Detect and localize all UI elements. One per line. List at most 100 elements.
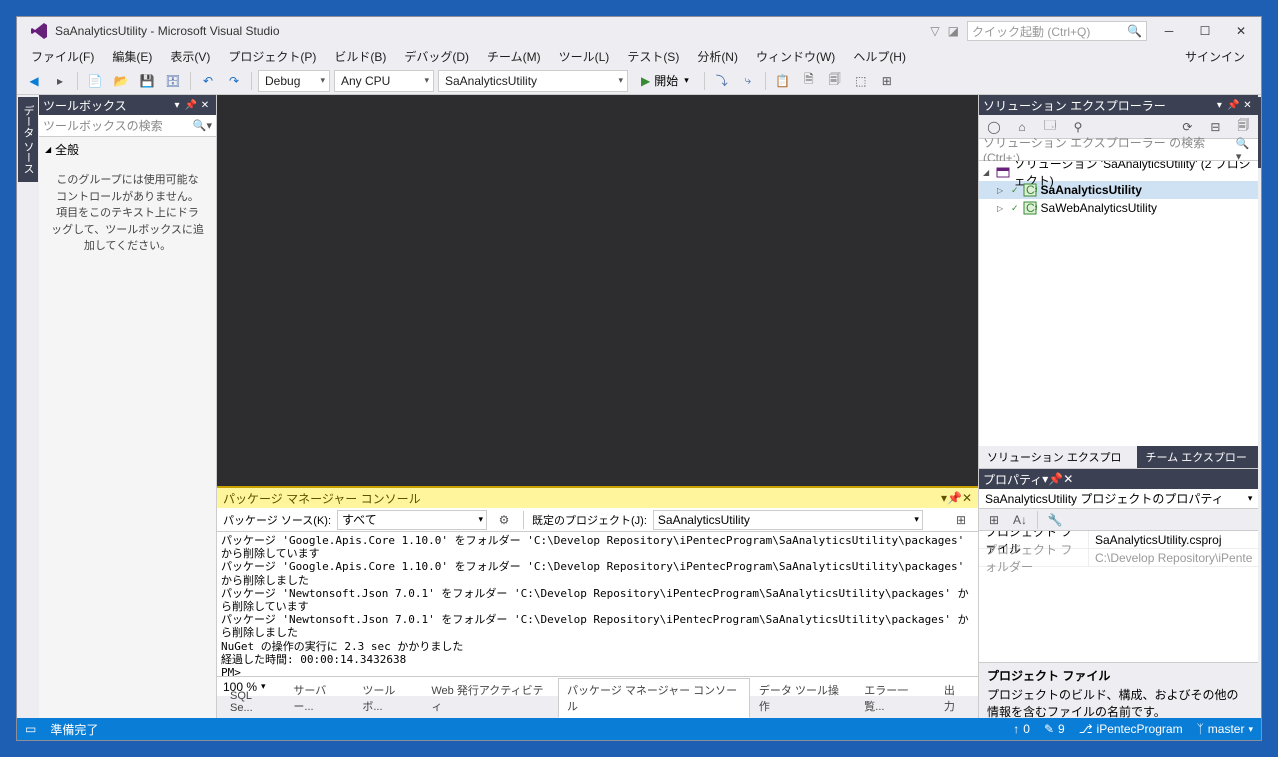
pin-icon[interactable]: 📌 — [184, 98, 198, 112]
tb-icon-5[interactable]: ⊞ — [876, 70, 898, 92]
pin-icon[interactable]: 📌 — [947, 491, 962, 505]
maximize-button[interactable]: ☐ — [1191, 21, 1219, 41]
properties-subject[interactable]: SaAnalyticsUtility プロジェクトのプロパティ ▾ — [979, 489, 1258, 509]
tab-data-tools[interactable]: データ ツール操作 — [750, 678, 855, 718]
menu-analyze[interactable]: 分析(N) — [689, 46, 746, 67]
close-icon[interactable]: ✕ — [1240, 98, 1254, 112]
tab-toolbox[interactable]: ツールボ... — [353, 678, 422, 718]
menu-edit[interactable]: 編集(E) — [104, 46, 160, 67]
close-icon[interactable]: ✕ — [198, 98, 212, 112]
menu-help[interactable]: ヘルプ(H) — [845, 46, 914, 67]
rail-tab-datasources[interactable]: データ ソース — [18, 97, 38, 182]
csharp-project-icon: C# — [1023, 183, 1037, 197]
toolbox-search[interactable]: ツールボックスの検索 🔍▾ — [39, 115, 216, 137]
pm-output[interactable]: パッケージ 'Google.Apis.Core 1.10.0' をフォルダー '… — [217, 532, 978, 676]
properties-panel: プロパティ ▾ 📌 ✕ SaAnalyticsUtility プロジェクトのプロ… — [978, 468, 1258, 718]
tb-icon-4[interactable]: ⬚ — [850, 70, 872, 92]
status-publish-up[interactable]: ↑0 — [1013, 722, 1030, 736]
config-combo[interactable]: Debug — [258, 70, 330, 92]
dropdown-icon[interactable]: ▾ — [1212, 98, 1226, 112]
solution-tree: ◢ ソリューション 'SaAnalyticsUtility' (2 プロジェクト… — [979, 161, 1258, 446]
tab-error-list[interactable]: エラー一覧... — [855, 678, 935, 718]
close-icon[interactable]: ✕ — [1063, 472, 1073, 486]
repo-icon: ⎇ — [1079, 722, 1093, 736]
rail-tab-diagnostics[interactable]: 診断ツール — [1258, 97, 1261, 168]
menu-debug[interactable]: デバッグ(D) — [396, 46, 477, 67]
redo-button[interactable]: ↷ — [223, 70, 245, 92]
startup-combo[interactable]: SaAnalyticsUtility — [438, 70, 628, 92]
tab-web-publish[interactable]: Web 発行アクティビティ — [422, 678, 558, 718]
pm-extra-icon[interactable]: ⊞ — [950, 509, 972, 531]
menu-window[interactable]: ウィンドウ(W) — [748, 46, 843, 67]
window-title: SaAnalyticsUtility - Microsoft Visual St… — [55, 24, 280, 38]
alphabetical-icon[interactable]: A↓ — [1009, 509, 1031, 531]
solution-title: ソリューション エクスプローラー — [983, 97, 1166, 114]
undo-button[interactable]: ↶ — [197, 70, 219, 92]
status-publish-down[interactable]: ✎9 — [1044, 722, 1065, 736]
toolbox-panel: ツールボックス ▾ 📌 ✕ ツールボックスの検索 🔍▾ ◢ 全般 このグループに… — [39, 95, 217, 718]
status-user[interactable]: ⎇iPentecProgram — [1079, 722, 1183, 736]
prop-row-folder[interactable]: プロジェクト フォルダー C:\Develop Repository\iPent… — [979, 549, 1258, 567]
platform-combo[interactable]: Any CPU — [334, 70, 434, 92]
close-button[interactable]: ✕ — [1227, 21, 1255, 41]
wrench-icon[interactable]: 🔧 — [1044, 509, 1066, 531]
start-debug-button[interactable]: ▶開始▾ — [632, 70, 698, 92]
caret-down-icon: ◢ — [983, 168, 992, 177]
menu-build[interactable]: ビルド(B) — [326, 46, 394, 67]
status-branch[interactable]: ᛉmaster▾ — [1197, 722, 1253, 736]
prop-name: プロジェクト フォルダー — [979, 549, 1089, 566]
nav-back-button[interactable]: ◀ — [23, 70, 45, 92]
minimize-button[interactable]: ─ — [1155, 21, 1183, 41]
step-over-button[interactable]: ⤷ — [737, 70, 759, 92]
tb-icon-2[interactable]: 🗎 — [798, 70, 820, 92]
solution-tab-strip: ソリューション エクスプローラー チーム エクスプローラー — [979, 446, 1258, 468]
menu-test[interactable]: テスト(S) — [619, 46, 687, 67]
step-into-button[interactable]: ⤵ — [711, 70, 733, 92]
toolbox-empty-message: このグループには使用可能なコントロールがありません。項目をこのテキスト上にドラッ… — [39, 162, 216, 265]
arrow-up-icon: ↑ — [1013, 722, 1019, 736]
caret-right-icon: ▷ — [997, 186, 1007, 195]
tree-solution-root[interactable]: ◢ ソリューション 'SaAnalyticsUtility' (2 プロジェクト… — [979, 163, 1258, 181]
solution-search[interactable]: ソリューション エクスプローラー の検索 (Ctrl+:) 🔍▾ — [979, 139, 1258, 161]
dropdown-icon[interactable]: ▾ — [170, 98, 184, 112]
pm-project-combo[interactable]: SaAnalyticsUtility — [653, 510, 923, 530]
menu-file[interactable]: ファイル(F) — [23, 46, 102, 67]
tab-sql-server[interactable]: SQL Se... — [221, 686, 284, 718]
save-all-button[interactable]: 🗄 — [162, 70, 184, 92]
tab-output[interactable]: 出力 — [935, 678, 974, 718]
tb-icon-1[interactable]: 📋 — [772, 70, 794, 92]
tb-icon-3[interactable]: 🗐 — [824, 70, 846, 92]
signin-link[interactable]: サインイン — [1185, 48, 1255, 65]
tree-project-2[interactable]: ▷ ✓ C# SaWebAnalyticsUtility — [979, 199, 1258, 217]
vs-window: SaAnalyticsUtility - Microsoft Visual St… — [16, 16, 1262, 741]
open-file-button[interactable]: 📂 — [110, 70, 132, 92]
toolbox-group-general[interactable]: ◢ 全般 — [39, 137, 216, 162]
categorized-icon[interactable]: ⊞ — [983, 509, 1005, 531]
tree-project-2-label: SaWebAnalyticsUtility — [1041, 201, 1157, 215]
main-toolbar: ◀ ▸ 📄 📂 💾 🗄 ↶ ↷ Debug Any CPU SaAnalytic… — [17, 67, 1261, 95]
pm-source-combo[interactable]: すべて — [337, 510, 487, 530]
tab-team-explorer[interactable]: チーム エクスプローラー — [1137, 446, 1258, 468]
nav-forward-button[interactable]: ▸ — [49, 70, 71, 92]
feedback-icon[interactable]: ◪ — [948, 24, 959, 38]
search-icon: 🔍▾ — [193, 119, 212, 132]
new-project-button[interactable]: 📄 — [84, 70, 106, 92]
menu-team[interactable]: チーム(M) — [479, 46, 549, 67]
status-ready: 準備完了 — [50, 721, 98, 738]
statusbar: ▭ 準備完了 ↑0 ✎9 ⎇iPentecProgram ᛉmaster▾ — [17, 718, 1261, 740]
menu-project[interactable]: プロジェクト(P) — [220, 46, 324, 67]
notification-icon[interactable]: ▽ — [930, 24, 939, 38]
tab-pmc[interactable]: パッケージ マネージャー コンソール — [558, 678, 750, 718]
quick-launch-input[interactable]: クイック起動 (Ctrl+Q) 🔍 — [967, 21, 1147, 41]
pin-icon[interactable]: 📌 — [1226, 98, 1240, 112]
tab-server-explorer[interactable]: サーバー... — [284, 678, 353, 718]
tab-solution-explorer[interactable]: ソリューション エクスプローラー — [979, 446, 1137, 468]
close-icon[interactable]: ✕ — [962, 491, 972, 505]
pin-icon[interactable]: 📌 — [1048, 472, 1063, 486]
gear-icon[interactable]: ⚙ — [493, 509, 515, 531]
save-button[interactable]: 💾 — [136, 70, 158, 92]
pm-source-label: パッケージ ソース(K): — [223, 512, 331, 528]
menu-view[interactable]: 表示(V) — [162, 46, 218, 67]
menu-tools[interactable]: ツール(L) — [551, 46, 618, 67]
toolbox-header: ツールボックス ▾ 📌 ✕ — [39, 95, 216, 115]
